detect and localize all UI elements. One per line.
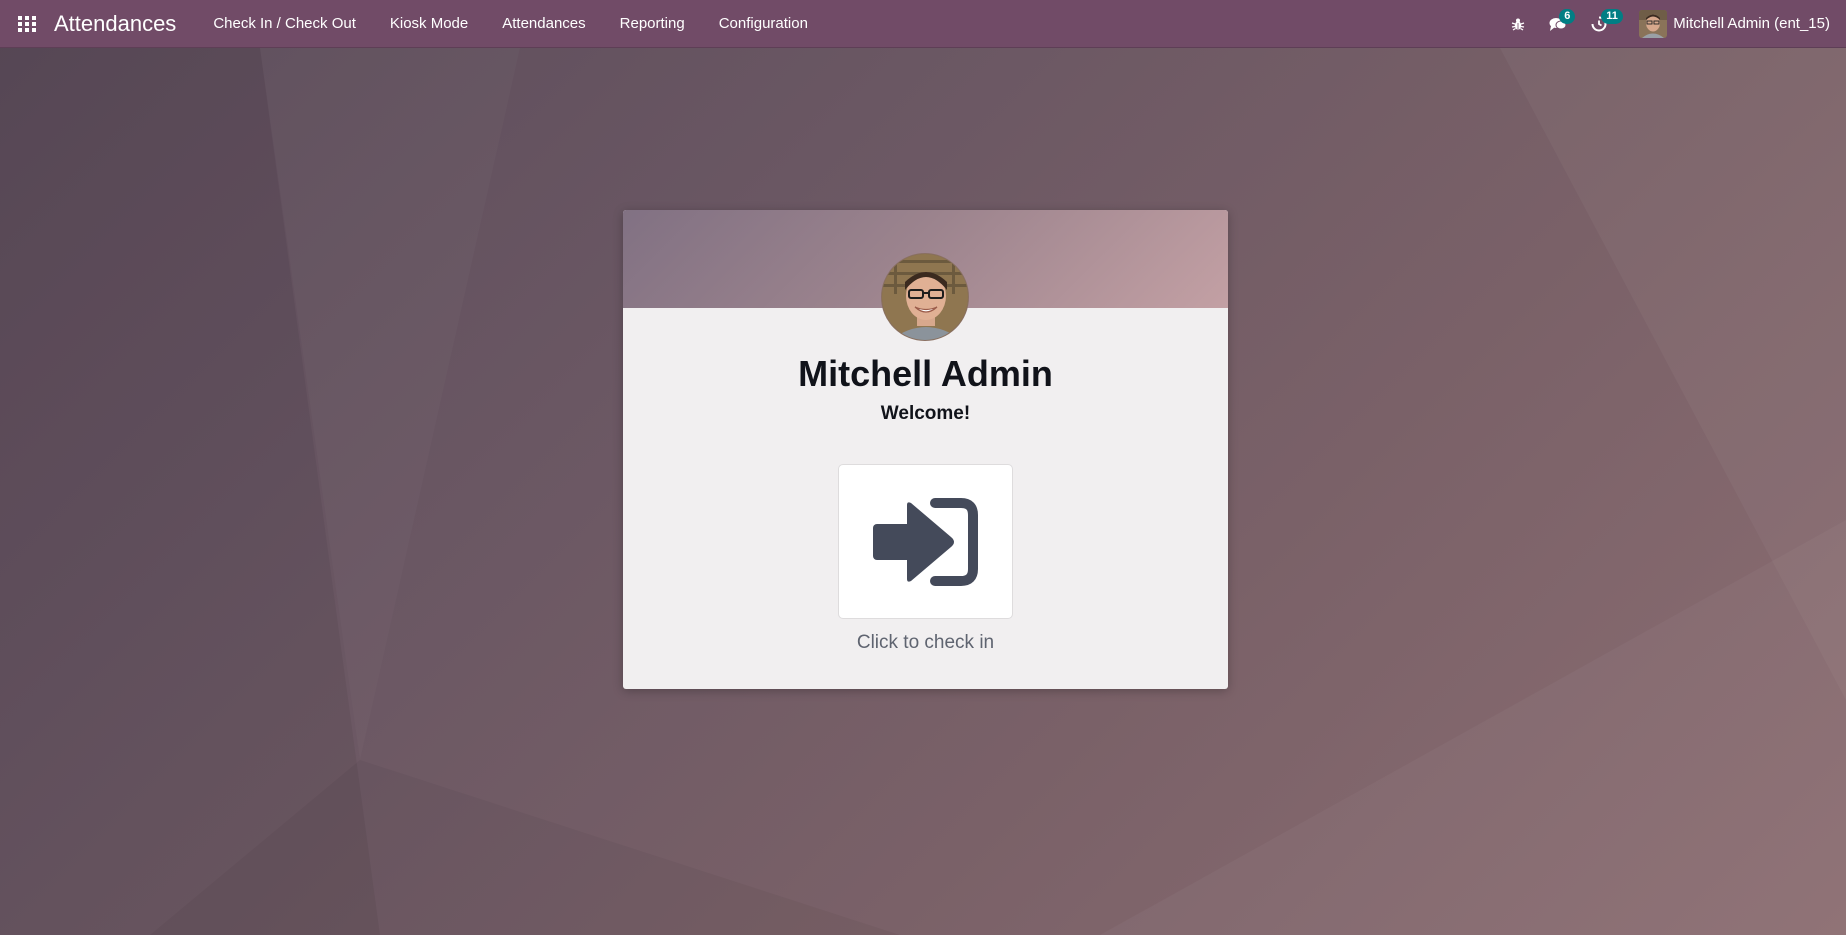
menu-kiosk-mode[interactable]: Kiosk Mode [373,0,485,48]
user-name: Mitchell Admin (ent_15) [1673,15,1830,32]
check-in-button[interactable] [838,464,1013,619]
attendance-card: Mitchell Admin Welcome! Click to check i… [623,210,1228,689]
grid-icon [18,15,36,32]
bug-icon [1512,18,1525,31]
menu-configuration[interactable]: Configuration [702,0,825,48]
sign-in-icon [872,497,978,586]
messages-button[interactable]: 6 [1537,0,1579,48]
activities-count-badge: 11 [1601,8,1623,24]
menu-reporting[interactable]: Reporting [603,0,702,48]
user-menu[interactable]: Mitchell Admin (ent_15) [1639,0,1830,48]
welcome-message: Welcome! [880,403,971,424]
check-in-label: Click to check in [856,632,995,653]
employee-avatar [881,253,969,341]
app-menu-button[interactable] [0,0,54,48]
systray: 6 11 Mitchell Admin (ent_15) [1499,0,1846,48]
app-title[interactable]: Attendances [54,11,176,37]
activities-button[interactable]: 11 [1579,0,1623,48]
main-menu: Check In / Check Out Kiosk Mode Attendan… [196,0,825,48]
debug-button[interactable] [1499,0,1537,48]
messages-count-badge: 6 [1559,8,1576,24]
top-navbar: Attendances Check In / Check Out Kiosk M… [0,0,1846,48]
menu-check-in-check-out[interactable]: Check In / Check Out [196,0,373,48]
employee-name: Mitchell Admin [798,353,1053,394]
avatar [1639,9,1668,38]
menu-attendances[interactable]: Attendances [485,0,602,48]
